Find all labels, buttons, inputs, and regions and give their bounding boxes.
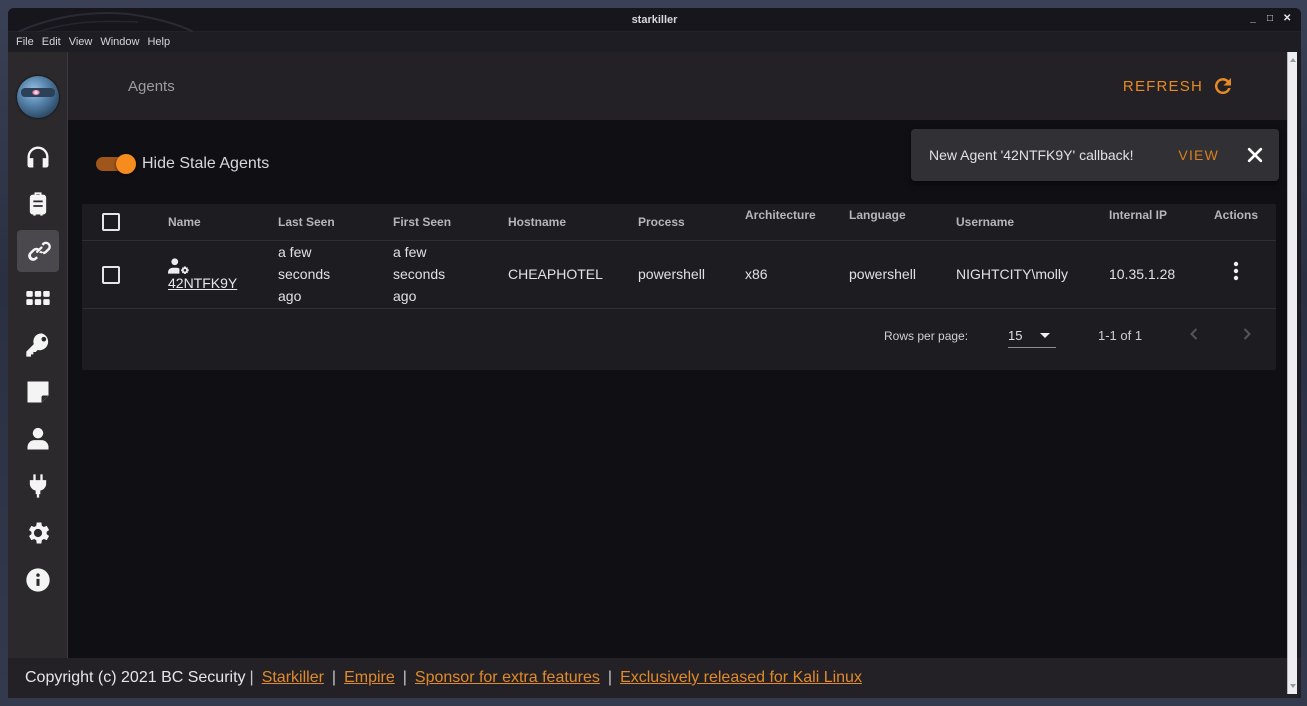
app-window: starkiller _ □ ✕ File Edit View Window H… [8,8,1301,698]
footer-separator: | [402,669,407,686]
sidebar-item-credentials[interactable] [17,324,59,366]
starkiller-logo-avatar[interactable] [16,76,59,118]
pagination-range: 1-1 of 1 [1098,328,1143,343]
sidebar-item-reporting[interactable] [17,371,59,413]
menu-window[interactable]: Window [96,36,143,48]
refresh-label: REFRESH [1122,77,1203,95]
info-icon [25,568,50,592]
header-name[interactable]: Name [168,204,278,241]
cell-internal-ip: 10.35.1.28 [1109,240,1214,309]
page-title: Agents [128,78,175,95]
sidebar-item-agents[interactable] [16,230,59,272]
header-actions: Actions [1214,204,1276,241]
footer-separator: | [607,669,613,686]
sidebar-item-modules[interactable] [17,277,59,319]
rows-per-page-select[interactable]: 15 [1008,322,1056,348]
hide-stale-agents-label: Hide Stale Agents [142,155,270,172]
previous-page-button[interactable] [1182,322,1206,346]
hide-stale-agents-toggle[interactable] [96,154,136,174]
header-last-seen[interactable]: Last Seen [278,204,393,241]
footer-separator: | [249,669,254,686]
header-username[interactable]: Username [956,204,1109,241]
suitcase-icon [29,192,46,216]
rows-per-page-value: 15 [1008,328,1023,343]
select-all-checkbox[interactable] [102,212,120,231]
vertical-scrollbar[interactable] [1287,52,1297,694]
link-icon [27,241,51,261]
cell-process: powershell [638,240,745,309]
rows-per-page-label: Rows per page: [884,329,969,343]
menu-edit[interactable]: Edit [38,36,65,48]
scroll-down-arrow-icon[interactable] [1290,684,1296,688]
notification-message: New Agent '42NTFK9Y' callback! [929,147,1134,163]
empire-link[interactable]: Empire [344,669,395,687]
window-title: starkiller [631,14,678,26]
header-language[interactable]: Language [849,204,956,241]
menu-bar: File Edit View Window Help [8,32,1301,52]
cell-username: NIGHTCITY\molly [956,240,1109,309]
note-icon [27,381,48,403]
grid-icon [25,291,50,305]
user-icon [27,427,48,450]
header-architecture[interactable]: Architecture [745,204,849,241]
header-process[interactable]: Process [638,204,745,241]
toolbar: Agents REFRESH [68,52,1287,120]
gear-icon [28,522,49,544]
table-pagination: Rows per page: 15 1-1 of 1 [82,310,1276,362]
sidebar-item-settings[interactable] [17,512,59,554]
sidebar-item-users[interactable] [17,418,59,460]
main-content: Agents REFRESH Hide Stale Agents Name La… [68,52,1287,658]
menu-view[interactable]: View [65,36,97,48]
sponsor-link[interactable]: Sponsor for extra features [415,669,600,687]
headphones-icon [27,146,48,168]
starkiller-link[interactable]: Starkiller [262,669,324,687]
sidebar-item-about[interactable] [17,559,59,601]
table-row: 42NTFK9Y a few seconds ago a few seconds… [82,240,1276,309]
header-hostname[interactable]: Hostname [508,204,638,241]
row-checkbox[interactable] [102,266,120,285]
scroll-up-arrow-icon[interactable] [1290,58,1296,62]
agents-table-card: Name Last Seen First Seen Hostname Proce… [82,204,1276,370]
agent-name-link[interactable]: 42NTFK9Y [168,275,237,291]
close-icon[interactable] [1245,145,1265,165]
refresh-icon [1214,78,1231,95]
next-page-button[interactable] [1235,322,1259,346]
header-first-seen[interactable]: First Seen [393,204,508,241]
minimize-button[interactable]: _ [1249,13,1257,25]
sidebar-item-plugins[interactable] [17,465,59,507]
maximize-button[interactable]: □ [1266,13,1274,25]
cell-hostname: CHEAPHOTEL [508,240,638,309]
title-bar: starkiller _ □ ✕ [8,8,1301,32]
new-agent-notification: New Agent '42NTFK9Y' callback! VIEW [911,129,1279,181]
key-icon [25,333,48,357]
cell-first-seen: a few seconds ago [393,240,508,309]
toggle-thumb [116,154,136,174]
menu-file[interactable]: File [12,36,38,48]
footer-separator: | [331,669,337,686]
table-header-row: Name Last Seen First Seen Hostname Proce… [82,204,1276,241]
chevron-right-icon [1243,328,1251,340]
plug-icon [29,474,46,498]
cell-last-seen: a few seconds ago [278,240,393,309]
caret-down-icon [1040,333,1050,338]
kali-linux-link[interactable]: Exclusively released for Kali Linux [620,669,862,687]
chevron-left-icon [1190,328,1198,340]
footer: Copyright (c) 2021 BC Security | Starkil… [8,658,1301,698]
notification-view-button[interactable]: VIEW [1178,147,1219,163]
cell-language: powershell [849,240,956,309]
row-actions-menu-icon[interactable] [1224,259,1248,283]
header-internal-ip[interactable]: Internal IP [1109,204,1214,241]
menu-help[interactable]: Help [143,36,174,48]
agents-table: Name Last Seen First Seen Hostname Proce… [82,204,1276,309]
sidebar-item-listeners[interactable] [17,136,59,178]
copyright-text: Copyright (c) 2021 BC Security [25,669,246,686]
refresh-button[interactable]: REFRESH [1123,74,1235,98]
sidebar [8,52,68,658]
sidebar-item-stagers[interactable] [17,183,59,225]
agent-user-gear-icon [168,258,189,275]
close-window-button[interactable]: ✕ [1283,13,1291,25]
cell-architecture: x86 [745,240,849,309]
